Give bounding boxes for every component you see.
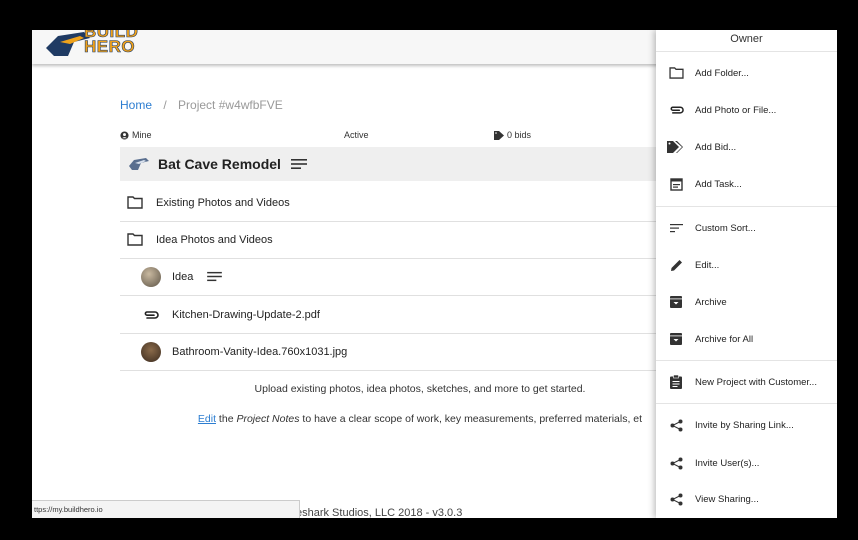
list-item-label: Idea Photos and Videos: [156, 233, 273, 246]
menu-item-label: View Sharing...: [695, 493, 759, 505]
menu-item-label: Add Folder...: [695, 67, 749, 79]
menu-item-label: Add Bid...: [695, 141, 737, 153]
owner-text: Mine: [132, 130, 152, 140]
owner-meta: Mine: [120, 130, 152, 140]
edit-notes-link[interactable]: Edit: [198, 413, 216, 425]
menu-divider: [656, 206, 837, 207]
menu-item-label: Archive for All: [695, 333, 754, 345]
owner-context-menu: Owner Add Folder... Add Photo or File...…: [656, 30, 837, 518]
list-item-label: Bathroom-Vanity-Idea.760x1031.jpg: [172, 345, 348, 358]
menu-item-label: Invite by Sharing Link...: [695, 419, 794, 431]
bids-text: 0 bids: [507, 130, 532, 140]
breadcrumb-current: Project #w4wfbFVE: [178, 98, 283, 112]
hint-rest: to have a clear scope of work, key measu…: [299, 413, 643, 425]
sort-icon: [665, 223, 687, 233]
project-notes-hint: Edit the Project Notes to have a clear s…: [120, 413, 720, 425]
menu-divider: [656, 403, 837, 404]
menu-item-label: Edit...: [695, 259, 720, 271]
status-meta: Active: [344, 130, 369, 140]
project-title-bar: Bat Cave Remodel: [120, 147, 680, 181]
logo-line-2: HERO: [84, 37, 136, 56]
project-notes-text: Project Notes: [236, 413, 300, 425]
idea-menu-icon[interactable]: [207, 271, 223, 282]
menu-item-add-task[interactable]: Add Task...: [656, 169, 837, 199]
menu-item-invite-by-sharing-link[interactable]: Invite by Sharing Link...: [656, 410, 837, 440]
project-title: Bat Cave Remodel: [158, 156, 281, 172]
list-item-label: Kitchen-Drawing-Update-2.pdf: [172, 308, 320, 321]
pencil-icon: [665, 259, 687, 272]
user-circle-icon: [120, 130, 129, 140]
project-logo-icon: [129, 158, 149, 170]
browser-status-bar: ttps://my.buildhero.io: [32, 500, 300, 518]
folder-icon: [124, 233, 146, 246]
menu-item-label: Add Task...: [695, 178, 742, 190]
menu-item-add-bid[interactable]: Add Bid...: [656, 132, 837, 162]
tags-icon: [665, 140, 687, 154]
archive-icon: [665, 296, 687, 308]
menu-item-view-sharing[interactable]: View Sharing...: [656, 484, 837, 514]
footer-copyright: © Fireshark Studios, LLC 2018 - v3.0.3: [272, 507, 463, 518]
attachment-icon: [665, 105, 687, 115]
menu-item-archive[interactable]: Archive: [656, 287, 837, 317]
menu-item-custom-sort[interactable]: Custom Sort...: [656, 213, 837, 243]
list-item[interactable]: Bathroom-Vanity-Idea.760x1031.jpg: [120, 333, 680, 371]
folder-icon: [665, 67, 687, 79]
app-screen: BUILD HERO Home / Project #w4wfbFVE Mine…: [32, 30, 837, 518]
clipboard-icon: [665, 375, 687, 389]
archive-icon: [665, 333, 687, 345]
list-item-label: Existing Photos and Videos: [156, 196, 290, 209]
menu-item-archive-for-all[interactable]: Archive for All: [656, 324, 837, 354]
breadcrumb-home-link[interactable]: Home: [120, 98, 152, 112]
menu-header: Owner: [656, 30, 837, 52]
logo-text: BUILD HERO: [84, 30, 139, 56]
menu-item-add-photo-or-file[interactable]: Add Photo or File...: [656, 95, 837, 125]
list-item[interactable]: Existing Photos and Videos: [120, 184, 680, 222]
menu-item-label: Add Photo or File...: [695, 104, 777, 116]
project-menu-icon[interactable]: [290, 158, 307, 170]
upload-hint: Upload existing photos, idea photos, ske…: [254, 383, 586, 395]
menu-item-add-folder[interactable]: Add Folder...: [656, 58, 837, 88]
menu-item-label: Custom Sort...: [695, 222, 756, 234]
menu-item-label: Archive: [695, 296, 727, 308]
list-item[interactable]: Kitchen-Drawing-Update-2.pdf: [120, 296, 680, 334]
tag-icon: [494, 130, 504, 140]
hint-the: the: [216, 413, 237, 425]
breadcrumb-separator: /: [163, 98, 167, 112]
breadcrumb: Home / Project #w4wfbFVE: [120, 98, 283, 112]
list-item[interactable]: Idea: [120, 258, 680, 296]
share-icon: [665, 457, 687, 470]
list-item[interactable]: Idea Photos and Videos: [120, 221, 680, 259]
menu-divider: [656, 360, 837, 361]
menu-item-edit[interactable]: Edit...: [656, 250, 837, 280]
menu-item-invite-users[interactable]: Invite User(s)...: [656, 448, 837, 478]
image-thumbnail: [141, 341, 161, 362]
menu-item-label: Invite User(s)...: [695, 457, 760, 469]
share-icon: [665, 493, 687, 506]
task-icon: [665, 177, 687, 191]
share-icon: [665, 419, 687, 432]
menu-item-label: New Project with Customer...: [695, 376, 817, 388]
idea-avatar: [141, 266, 161, 287]
attachment-icon: [140, 310, 162, 320]
bids-meta: 0 bids: [494, 130, 531, 140]
menu-item-new-project-with-customer[interactable]: New Project with Customer...: [656, 367, 837, 397]
folder-icon: [124, 196, 146, 209]
list-item-label: Idea: [172, 270, 194, 283]
status-text: Active: [344, 130, 369, 140]
